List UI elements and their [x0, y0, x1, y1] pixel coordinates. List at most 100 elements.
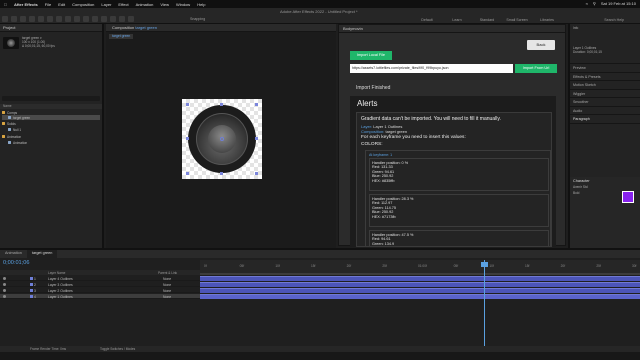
transform-handle[interactable]: [186, 137, 189, 140]
hand-tool-icon[interactable]: [20, 16, 26, 22]
playhead-line[interactable]: [484, 260, 485, 350]
layer-duration-bar[interactable]: [200, 294, 640, 299]
panel-motion-sketch[interactable]: Motion Sketch: [570, 81, 640, 90]
panel-wiggler[interactable]: Wiggler: [570, 90, 640, 98]
eye-icon[interactable]: [3, 277, 6, 280]
transform-handle[interactable]: [255, 172, 258, 175]
parent-dropdown[interactable]: None: [163, 277, 171, 281]
apple-icon[interactable]: : [4, 2, 7, 7]
layer-name-column[interactable]: Layer Name: [48, 271, 65, 275]
work-area-bar[interactable]: [200, 273, 640, 275]
timeline-layer-row[interactable]: 1 Layer 4 Outlines None: [0, 276, 200, 281]
timeline-layer-row[interactable]: 3 Layer 2 Outlines None: [0, 288, 200, 293]
home-icon[interactable]: [2, 16, 8, 22]
menu-file[interactable]: File: [45, 2, 51, 7]
eye-icon[interactable]: [3, 295, 6, 298]
workspace-standard[interactable]: Standard: [472, 18, 502, 22]
import-from-url-button[interactable]: Import From Url: [515, 64, 557, 73]
rotate-tool-icon[interactable]: [38, 16, 44, 22]
workspace-small-screen[interactable]: Small Screen: [502, 18, 532, 22]
menubar-clock[interactable]: Sat 19 Feb at 15:10: [601, 1, 636, 6]
layer-name[interactable]: Layer 2 Outlines: [48, 289, 73, 293]
selection-tool-icon[interactable]: [11, 16, 17, 22]
label-color-icon[interactable]: [30, 283, 33, 286]
project-search-input[interactable]: [2, 96, 100, 101]
anchor-point-icon[interactable]: [220, 137, 224, 141]
workspace-libraries[interactable]: Libraries: [532, 18, 562, 22]
project-row[interactable]: target green: [2, 115, 100, 120]
roto-tool-icon[interactable]: [119, 16, 125, 22]
search-icon[interactable]: ⚲: [593, 1, 596, 6]
snapping-toggle[interactable]: Snapping: [190, 17, 205, 21]
transform-handle[interactable]: [220, 172, 223, 175]
panel-effects-presets[interactable]: Effects & Presets: [570, 73, 640, 81]
transform-handle[interactable]: [255, 103, 258, 106]
layer-duration-bar[interactable]: [200, 288, 640, 293]
composition-panel-title[interactable]: Composition target green: [106, 24, 336, 32]
camera-tool-icon[interactable]: [47, 16, 53, 22]
menu-effect[interactable]: Effect: [118, 2, 128, 7]
layer-duration-bar[interactable]: [200, 276, 640, 281]
info-panel-title[interactable]: Info: [573, 26, 637, 30]
label-color-icon[interactable]: [30, 289, 33, 292]
parent-dropdown[interactable]: None: [163, 295, 171, 299]
character-panel-title[interactable]: Character: [573, 179, 639, 183]
menu-animation[interactable]: Animation: [136, 2, 154, 7]
zoom-tool-icon[interactable]: [29, 16, 35, 22]
label-color-icon[interactable]: [30, 295, 33, 298]
panel-smoother[interactable]: Smoother: [570, 98, 640, 107]
eye-icon[interactable]: [3, 289, 6, 292]
pen-tool-icon[interactable]: [74, 16, 80, 22]
bodymovin-panel-title[interactable]: Bodymovin: [339, 25, 565, 33]
panel-preview[interactable]: Preview: [570, 64, 640, 73]
import-url-input[interactable]: https://assets7.lottiefiles.com/private_…: [350, 64, 513, 73]
project-row[interactable]: Solids: [2, 121, 100, 126]
app-menu[interactable]: After Effects: [14, 2, 38, 7]
label-color-icon[interactable]: [30, 277, 33, 280]
comp-viewer-tab[interactable]: target green: [109, 34, 134, 39]
pan-behind-tool-icon[interactable]: [56, 16, 62, 22]
transform-handle[interactable]: [255, 137, 258, 140]
time-ruler[interactable]: 0f 05f 10f 15f 20f 25f 01:00f 05f 10f 15f 20f 25f 30…: [200, 260, 640, 273]
menu-layer[interactable]: Layer: [101, 2, 111, 7]
import-local-file-button[interactable]: Import Local File: [350, 51, 392, 60]
toggle-switches-modes[interactable]: Toggle Switches / Modes: [100, 347, 135, 351]
fill-color-swatch[interactable]: [622, 191, 634, 203]
project-panel-title[interactable]: Project: [0, 24, 102, 32]
layer-name[interactable]: Layer 3 Outlines: [48, 283, 73, 287]
panel-paragraph[interactable]: Paragraph: [570, 115, 640, 124]
transform-handle[interactable]: [186, 172, 189, 175]
menu-view[interactable]: View: [160, 2, 169, 7]
search-help-field[interactable]: Search Help: [604, 18, 624, 22]
parent-link-column[interactable]: Parent & Link: [158, 271, 177, 275]
panel-audio[interactable]: Audio: [570, 107, 640, 115]
menu-composition[interactable]: Composition: [72, 2, 94, 7]
project-row[interactable]: Null 1: [2, 127, 100, 132]
timeline-timecode[interactable]: 0;00:01;06: [3, 260, 29, 266]
layer-name[interactable]: Layer 4 Outlines: [48, 277, 73, 281]
layer-duration-bar[interactable]: [200, 282, 640, 287]
project-column-header[interactable]: Name: [0, 104, 102, 109]
stamp-tool-icon[interactable]: [101, 16, 107, 22]
project-row[interactable]: Animation: [2, 134, 100, 139]
tab-target-green[interactable]: target green: [26, 250, 58, 258]
type-tool-icon[interactable]: [83, 16, 89, 22]
tab-animation[interactable]: Animation: [0, 250, 27, 258]
comp-canvas[interactable]: [182, 99, 262, 179]
timeline-layer-row[interactable]: 2 Layer 3 Outlines None: [0, 282, 200, 287]
project-row[interactable]: Animation: [2, 140, 100, 145]
back-button[interactable]: Back: [527, 40, 555, 50]
wifi-icon[interactable]: ≈: [586, 1, 588, 6]
eye-icon[interactable]: [3, 283, 6, 286]
parent-dropdown[interactable]: None: [163, 289, 171, 293]
puppet-tool-icon[interactable]: [128, 16, 134, 22]
playhead-handle[interactable]: [481, 262, 488, 267]
layer-name[interactable]: Layer 1 Outlines: [48, 295, 73, 299]
workspace-learn[interactable]: Learn: [442, 18, 472, 22]
menu-edit[interactable]: Edit: [58, 2, 65, 7]
transform-handle[interactable]: [186, 103, 189, 106]
menu-window[interactable]: Window: [176, 2, 190, 7]
brush-tool-icon[interactable]: [92, 16, 98, 22]
transform-handle[interactable]: [220, 103, 223, 106]
timeline-layer-row[interactable]: 4 Layer 1 Outlines None: [0, 294, 200, 299]
